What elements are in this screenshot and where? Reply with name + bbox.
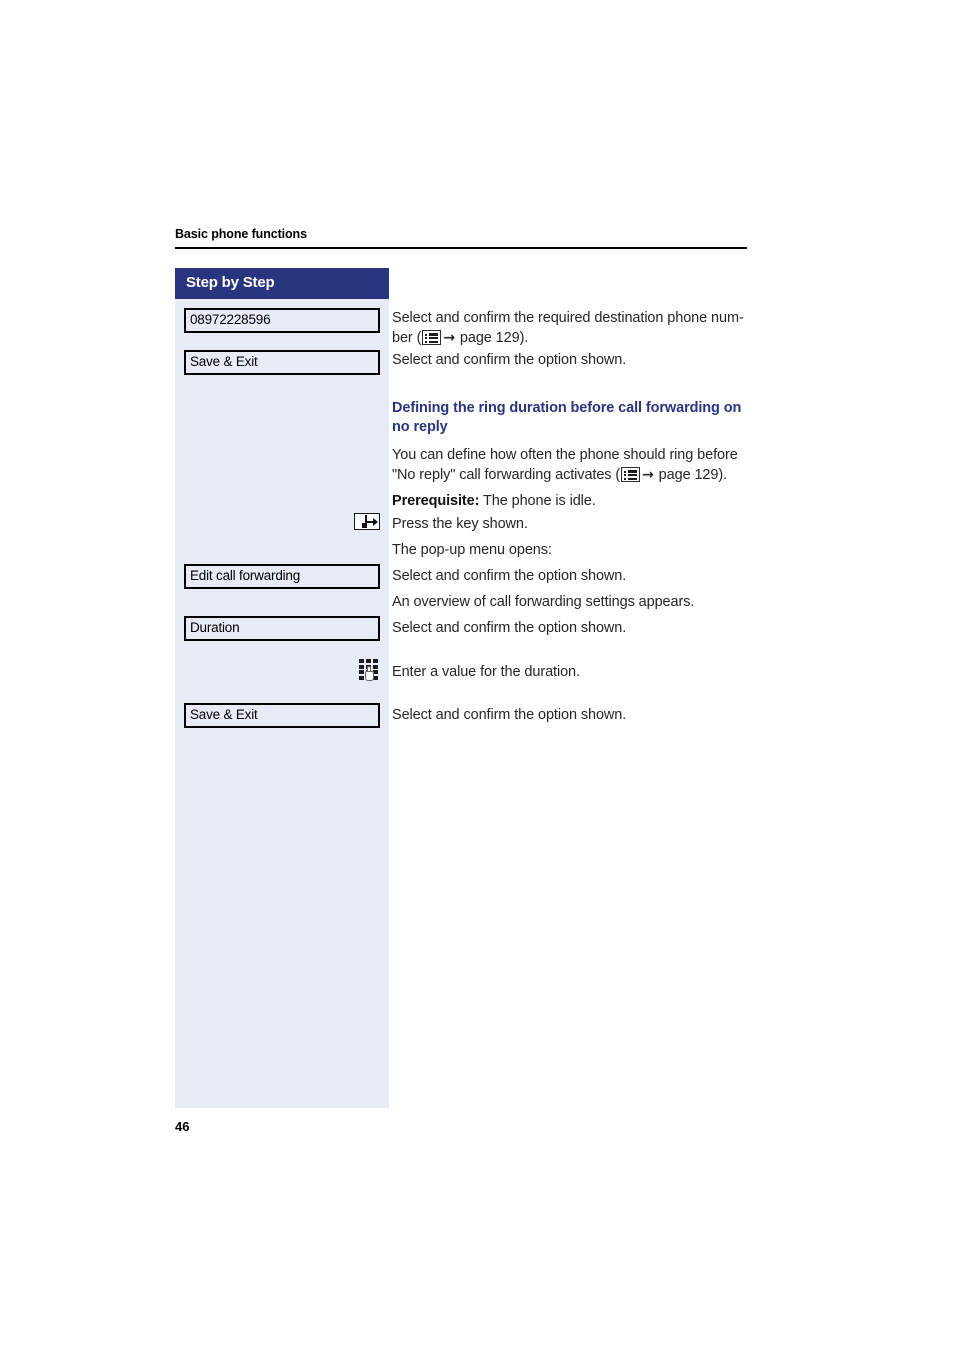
instruction-popup-opens: The pop-up menu opens: — [392, 542, 552, 558]
instruction-overview-appears: An overview of call forwarding settings … — [392, 594, 695, 610]
display-box-duration[interactable]: Duration — [184, 616, 380, 641]
keypad-key — [373, 659, 378, 663]
keypad-icon-cell — [359, 659, 380, 682]
instruction-confirm-option-3: Select and confirm the option shown. — [392, 620, 627, 636]
instruction-destination-number: Select and confirm the required destinat… — [392, 308, 748, 348]
section-heading: Defining the ring duration before call f… — [392, 400, 742, 435]
hand-cursor-icon — [365, 666, 374, 681]
display-box-label: Edit call forwarding — [190, 568, 301, 583]
page-number: 46 — [175, 1119, 190, 1134]
call-forward-key-icon[interactable] — [354, 513, 380, 530]
list-menu-icon — [621, 467, 641, 482]
display-box-label: Save & Exit — [190, 354, 258, 369]
prerequisite-line: Prerequisite: The phone is idle. — [392, 491, 748, 511]
display-box-edit-call-forwarding[interactable]: Edit call forwarding — [184, 564, 380, 589]
icon-part-arrowhead — [373, 518, 378, 526]
display-box-phone-number[interactable]: 08972228596 — [184, 308, 380, 333]
manual-page: Basic phone functions Step by Step 08972… — [0, 0, 954, 1351]
keypad-key — [359, 659, 364, 663]
right-arrow-icon: → — [642, 467, 654, 483]
display-box-save-and-exit-2[interactable]: Save & Exit — [184, 703, 380, 728]
step-by-step-title: Step by Step — [186, 274, 275, 291]
keypad-key — [359, 675, 364, 680]
right-arrow-icon: → — [443, 330, 455, 346]
list-menu-icon — [422, 330, 442, 345]
instruction-confirm-option-2: Select and confirm the option shown. — [392, 568, 627, 584]
description-line-2-suffix: page 129). — [654, 467, 728, 483]
header-rule — [175, 247, 747, 249]
keypad-key — [359, 664, 364, 669]
instruction-confirm-option-1: Select and confirm the option shown. — [392, 352, 627, 368]
icon-part-dot — [362, 523, 367, 528]
display-box-save-and-exit-1[interactable]: Save & Exit — [184, 350, 380, 375]
hand-palm — [365, 671, 374, 681]
step-by-step-sidebar: Step by Step 08972228596 Save & Exit Edi… — [175, 268, 389, 1108]
instruction-press-key: Press the key shown. — [392, 516, 528, 532]
instruction-line-2-suffix: page 129). — [455, 330, 529, 346]
display-box-label: Duration — [190, 620, 240, 635]
instruction-ring-duration-description: You can define how often the phone shoul… — [392, 445, 748, 485]
description-line-1: You can define how often the phone shoul… — [392, 447, 738, 463]
description-line-2-prefix: "No reply" call forwarding activates ( — [392, 467, 621, 483]
keypad-key — [359, 670, 364, 674]
keypad-key — [366, 659, 371, 663]
instruction-confirm-option-4: Select and confirm the option shown. — [392, 707, 627, 723]
call-forward-key-icon-cell — [354, 513, 380, 530]
prerequisite-label: Prerequisite: — [392, 493, 480, 509]
running-head-text: Basic phone functions — [175, 227, 307, 241]
instruction-enter-duration: Enter a value for the duration. — [392, 664, 580, 680]
display-box-label: 08972228596 — [190, 312, 271, 327]
step-by-step-header: Step by Step — [175, 268, 389, 299]
prerequisite-text: The phone is idle. — [479, 493, 596, 509]
keypad-icon[interactable] — [359, 659, 380, 682]
running-head: Basic phone functions — [175, 226, 747, 242]
display-box-label: Save & Exit — [190, 707, 258, 722]
instruction-line-1: Select and confirm the required destinat… — [392, 310, 744, 326]
instruction-line-2-prefix: ber ( — [392, 330, 422, 346]
